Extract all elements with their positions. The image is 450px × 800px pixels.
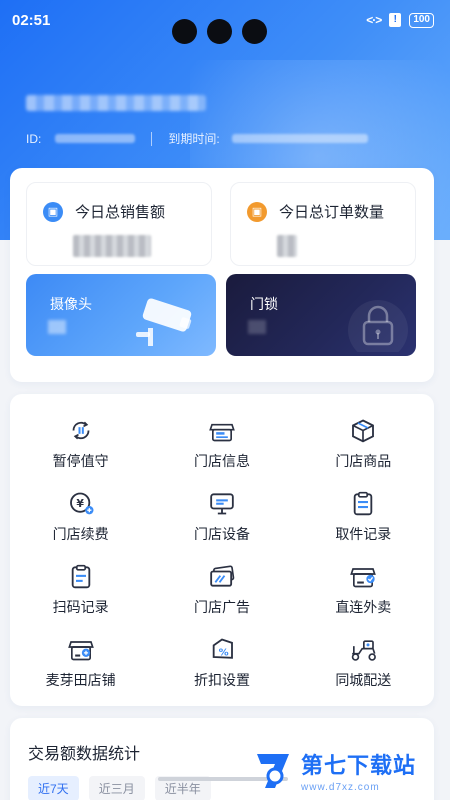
menu-item-pause-duty[interactable]: 暂停值守 <box>10 418 151 471</box>
ad-card-icon <box>210 565 235 587</box>
delivery-store-icon <box>350 568 377 588</box>
battery-icon: 100 <box>409 12 434 28</box>
yen-renew-icon: ¥ <box>69 492 94 515</box>
orders-icon: ▣ <box>247 201 267 222</box>
orders-value-redacted <box>277 235 297 257</box>
camera-icon <box>136 298 192 346</box>
orders-stat[interactable]: ▣ 今日总订单数量 <box>230 182 416 266</box>
camera-label: 摄像头 <box>50 296 92 312</box>
door-lock-tile[interactable]: 门锁 <box>226 274 416 356</box>
menu-item-store-info[interactable]: 门店信息 <box>151 418 292 471</box>
menu-item-store-ads[interactable]: 门店广告 <box>151 564 292 617</box>
menu-label: 扫码记录 <box>52 599 109 615</box>
store-info-row: ID: 到期时间: <box>26 130 368 147</box>
lock-icon <box>348 300 408 352</box>
expiry-value-redacted <box>231 134 368 143</box>
menu-item-pickup-records[interactable]: 取件记录 <box>293 491 434 544</box>
watermark-logo <box>257 754 289 788</box>
menu-label: 门店商品 <box>335 453 392 469</box>
divider <box>151 131 153 146</box>
tab-3-months[interactable]: 近三月 <box>88 776 145 800</box>
site-watermark: 第七下载站 www.d7xz.com <box>255 748 416 793</box>
lock-label: 门锁 <box>250 296 278 312</box>
camera-lens <box>242 19 267 44</box>
orders-title: 今日总订单数量 <box>279 204 385 221</box>
watermark-url: www.d7xz.com <box>301 782 380 793</box>
status-time: 02:51 <box>12 11 51 29</box>
svg-text:%: % <box>219 647 229 658</box>
maiyatian-store-icon <box>67 641 94 661</box>
feature-menu-card: 暂停值守 门店信息 门店商品 ¥ 门店续费 门店设备 取件记录 扫码记录 门店广… <box>10 394 434 706</box>
store-info-icon <box>209 423 235 442</box>
trade-stats-title: 交易额数据统计 <box>28 746 141 763</box>
scooter-icon <box>352 640 377 661</box>
menu-label: 直连外卖 <box>335 599 392 615</box>
expiry-label: 到期时间: <box>168 132 220 146</box>
camera-lens <box>207 19 232 44</box>
sales-stat[interactable]: ▣ 今日总销售额 <box>26 182 212 266</box>
lock-count-redacted <box>248 320 266 334</box>
menu-item-discount-settings[interactable]: % 折扣设置 <box>151 637 292 690</box>
camera-tile[interactable]: 摄像头 <box>26 274 216 356</box>
menu-label: 麦芽田店铺 <box>45 672 116 688</box>
watermark-title: 第七下载站 <box>301 753 417 778</box>
menu-label: 同城配送 <box>335 672 392 688</box>
menu-label: 门店设备 <box>193 526 250 542</box>
pause-cycle-icon <box>72 421 90 440</box>
camera-count-redacted <box>48 320 66 334</box>
menu-item-scan-records[interactable]: 扫码记录 <box>10 564 151 617</box>
menu-label: 门店信息 <box>193 453 250 469</box>
discount-icon: % <box>212 638 233 659</box>
menu-item-store-renewal[interactable]: ¥ 门店续费 <box>10 491 151 544</box>
app-screen: 02:51 <·> ! 100 ID: 到期时间: ▣ 今日总销售额 ▣ 今日总… <box>0 0 450 800</box>
alert-icon: ! <box>389 13 402 27</box>
menu-item-direct-delivery[interactable]: 直连外卖 <box>293 564 434 617</box>
menu-item-maiyatian-store[interactable]: 麦芽田店铺 <box>10 637 151 690</box>
svg-text:¥: ¥ <box>76 497 84 510</box>
signal-icon: <·> <box>366 13 382 27</box>
overview-card: ▣ 今日总销售额 ▣ 今日总订单数量 摄像头 门锁 <box>10 168 434 382</box>
sales-icon: ▣ <box>43 201 63 222</box>
menu-label: 门店续费 <box>52 526 109 542</box>
menu-label: 取件记录 <box>335 526 392 542</box>
sales-value-redacted <box>73 235 151 257</box>
camera-lens <box>172 19 197 44</box>
menu-label: 暂停值守 <box>52 453 109 469</box>
status-icons: <·> ! 100 <box>366 12 434 28</box>
id-value-redacted <box>55 134 136 143</box>
menu-item-store-goods[interactable]: 门店商品 <box>293 418 434 471</box>
sales-title: 今日总销售额 <box>75 204 166 221</box>
menu-label: 折扣设置 <box>193 672 250 688</box>
camera-cutout <box>172 19 267 44</box>
menu-item-local-delivery[interactable]: 同城配送 <box>293 637 434 690</box>
clipboard-icon <box>354 491 373 516</box>
store-name-redacted <box>26 95 206 111</box>
tab-7-days[interactable]: 近7天 <box>28 776 79 800</box>
feature-grid: 暂停值守 门店信息 门店商品 ¥ 门店续费 门店设备 取件记录 扫码记录 门店广… <box>10 418 434 690</box>
scan-record-icon <box>71 564 90 589</box>
menu-item-store-devices[interactable]: 门店设备 <box>151 491 292 544</box>
monitor-icon <box>210 493 234 515</box>
cube-icon <box>352 419 375 443</box>
menu-label: 门店广告 <box>193 599 250 615</box>
id-label: ID: <box>26 131 42 146</box>
